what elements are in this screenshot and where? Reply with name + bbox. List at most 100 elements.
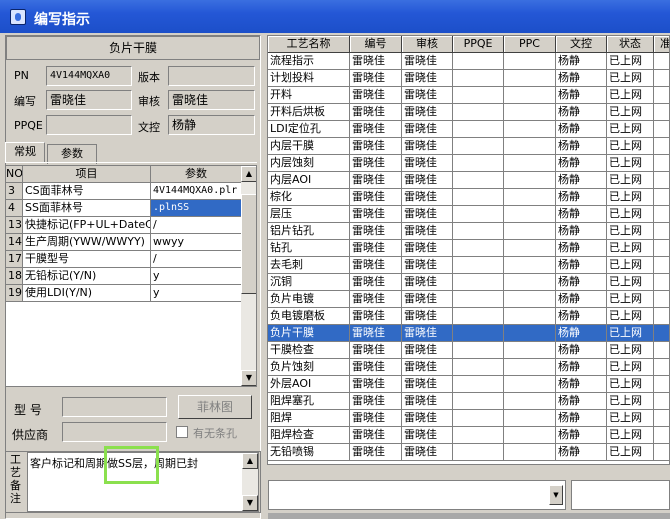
param-value[interactable]: / [151, 217, 242, 234]
param-value[interactable]: y [151, 268, 242, 285]
col-header-ppc[interactable]: PPC [504, 36, 556, 53]
cell-ppqe [453, 308, 504, 325]
scroll-up-arrow-icon[interactable]: ▲ [242, 453, 258, 469]
table-row[interactable]: 阻焊塞孔 雷晓佳 雷晓佳 杨静 已上网 [268, 393, 669, 410]
scrollbar-thumb[interactable] [241, 194, 256, 294]
cell-name: 干膜检查 [268, 342, 350, 359]
table-row[interactable]: 17 干膜型号 / [6, 251, 242, 268]
cell-name: 内层干膜 [268, 138, 350, 155]
table-row[interactable]: 阻焊检查 雷晓佳 雷晓佳 杨静 已上网 [268, 427, 669, 444]
cell-control: 杨静 [556, 444, 607, 461]
bottom-combo-box[interactable]: ▼ [268, 480, 566, 510]
cell-author: 雷晓佳 [350, 189, 402, 206]
table-row[interactable]: 沉铜 雷晓佳 雷晓佳 杨静 已上网 [268, 274, 669, 291]
table-row[interactable]: 开料 雷晓佳 雷晓佳 杨静 已上网 [268, 87, 669, 104]
table-row[interactable]: 内层蚀刻 雷晓佳 雷晓佳 杨静 已上网 [268, 155, 669, 172]
pn-field[interactable]: 4V144MQXA0 [46, 66, 132, 86]
table-row[interactable]: 开料后烘板 雷晓佳 雷晓佳 杨静 已上网 [268, 104, 669, 121]
scroll-down-arrow-icon[interactable]: ▼ [241, 370, 256, 386]
col-header-no[interactable]: NO [6, 166, 23, 183]
param-grid-header: NO 项目 参数 [6, 166, 242, 183]
dropdown-arrow-icon[interactable]: ▼ [549, 485, 563, 505]
cell-name: 外层AOI [268, 376, 350, 393]
tab-parameters[interactable]: 参数 [47, 144, 97, 164]
cell-name: 阻焊 [268, 410, 350, 427]
cell-approve [654, 155, 669, 172]
cell-status: 已上网 [607, 444, 654, 461]
cell-ppqe [453, 376, 504, 393]
table-row[interactable]: 钻孔 雷晓佳 雷晓佳 杨静 已上网 [268, 240, 669, 257]
table-row-selected[interactable]: 负片干膜 雷晓佳 雷晓佳 杨静 已上网 [268, 325, 669, 342]
cell-name: 开料后烘板 [268, 104, 350, 121]
author-field[interactable]: 雷晓佳 [46, 90, 132, 110]
table-row[interactable]: 19 使用LDI(Y/N) y [6, 285, 242, 302]
version-field[interactable] [168, 66, 255, 86]
table-row[interactable]: 阻焊 雷晓佳 雷晓佳 杨静 已上网 [268, 410, 669, 427]
table-row[interactable]: 流程指示 雷晓佳 雷晓佳 杨静 已上网 [268, 53, 669, 70]
cell-name: 沉铜 [268, 274, 350, 291]
ppqe-field[interactable] [46, 115, 132, 135]
cell-name: 计划投料 [268, 70, 350, 87]
col-header-status[interactable]: 状态 [607, 36, 654, 53]
table-row[interactable]: 内层干膜 雷晓佳 雷晓佳 杨静 已上网 [268, 138, 669, 155]
cell-control: 杨静 [556, 342, 607, 359]
control-field[interactable]: 杨静 [168, 115, 255, 135]
cell-approve [654, 376, 669, 393]
reviewer-field[interactable]: 雷晓佳 [168, 90, 255, 110]
table-row[interactable]: 4 SS面菲林号 .plnSS [6, 200, 242, 217]
col-header-control[interactable]: 文控 [556, 36, 607, 53]
table-row[interactable]: 层压 雷晓佳 雷晓佳 杨静 已上网 [268, 206, 669, 223]
cell-author: 雷晓佳 [350, 223, 402, 240]
col-header-reviewer[interactable]: 审核 [402, 36, 453, 53]
table-row[interactable]: 外层AOI 雷晓佳 雷晓佳 杨静 已上网 [268, 376, 669, 393]
cell-control: 杨静 [556, 53, 607, 70]
table-row[interactable]: 负电镀磨板 雷晓佳 雷晓佳 杨静 已上网 [268, 308, 669, 325]
table-row[interactable]: 计划投料 雷晓佳 雷晓佳 杨静 已上网 [268, 70, 669, 87]
slot-hole-checkbox[interactable] [176, 426, 188, 438]
param-value[interactable]: 4V144MQXA0.plr [151, 183, 242, 200]
cell-ppc [504, 104, 556, 121]
param-value[interactable]: wwyy [151, 234, 242, 251]
tab-general[interactable]: 常规 [5, 142, 45, 162]
supplier-field[interactable] [62, 422, 167, 442]
film-drawing-button[interactable]: 菲林图 [178, 395, 252, 419]
row-number: 3 [6, 183, 23, 200]
bottom-text-box[interactable] [571, 480, 670, 510]
scroll-down-arrow-icon[interactable]: ▼ [242, 495, 258, 511]
table-row[interactable]: 铝片钻孔 雷晓佳 雷晓佳 杨静 已上网 [268, 223, 669, 240]
table-row[interactable]: LDI定位孔 雷晓佳 雷晓佳 杨静 已上网 [268, 121, 669, 138]
cell-author: 雷晓佳 [350, 155, 402, 172]
model-field[interactable] [62, 397, 167, 417]
table-row[interactable]: 内层AOI 雷晓佳 雷晓佳 杨静 已上网 [268, 172, 669, 189]
col-header-process-name[interactable]: 工艺名称 [268, 36, 350, 53]
supplier-label: 供应商 [12, 428, 49, 442]
table-row[interactable]: 3 CS面菲林号 4V144MQXA0.plr [6, 183, 242, 200]
cell-status: 已上网 [607, 155, 654, 172]
table-row[interactable]: 13 快捷标记(FP+UL+DateC / [6, 217, 242, 234]
param-grid-scrollbar[interactable]: ▲ ▼ [241, 166, 256, 386]
param-value-selected[interactable]: .plnSS [151, 200, 242, 217]
col-header-item[interactable]: 项目 [23, 166, 151, 183]
param-value[interactable]: y [151, 285, 242, 302]
cell-reviewer: 雷晓佳 [402, 206, 453, 223]
cell-status: 已上网 [607, 410, 654, 427]
table-row[interactable]: 负片电镀 雷晓佳 雷晓佳 杨静 已上网 [268, 291, 669, 308]
table-row[interactable]: 14 生产周期(YWW/WWYY) wwyy [6, 234, 242, 251]
cell-name: 无铅喷锡 [268, 444, 350, 461]
col-header-approve[interactable]: 准 [654, 36, 669, 53]
table-row[interactable]: 去毛刺 雷晓佳 雷晓佳 杨静 已上网 [268, 257, 669, 274]
col-header-ppqe[interactable]: PPQE [453, 36, 504, 53]
col-header-author[interactable]: 编号 [350, 36, 402, 53]
table-row[interactable]: 18 无铅标记(Y/N) y [6, 268, 242, 285]
cell-approve [654, 138, 669, 155]
memo-scrollbar[interactable]: ▲ ▼ [242, 453, 258, 511]
param-value[interactable]: / [151, 251, 242, 268]
cell-status: 已上网 [607, 393, 654, 410]
cell-status: 已上网 [607, 359, 654, 376]
table-row[interactable]: 负片蚀刻 雷晓佳 雷晓佳 杨静 已上网 [268, 359, 669, 376]
table-row[interactable]: 干膜检查 雷晓佳 雷晓佳 杨静 已上网 [268, 342, 669, 359]
table-row[interactable]: 无铅喷锡 雷晓佳 雷晓佳 杨静 已上网 [268, 444, 669, 461]
scroll-up-arrow-icon[interactable]: ▲ [241, 166, 256, 182]
table-row[interactable]: 棕化 雷晓佳 雷晓佳 杨静 已上网 [268, 189, 669, 206]
col-header-param[interactable]: 参数 [151, 166, 242, 183]
